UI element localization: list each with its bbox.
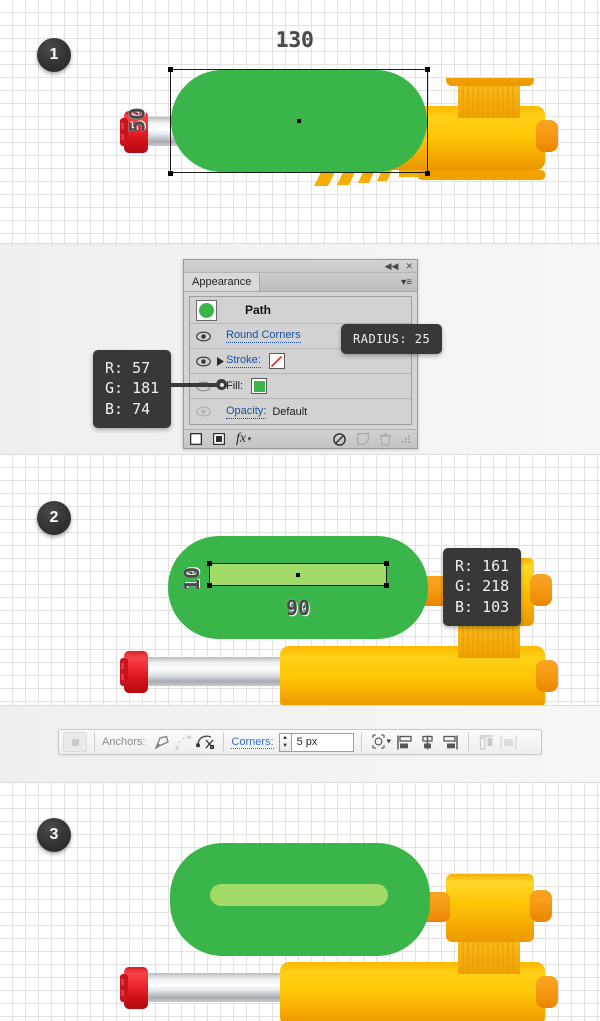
fx-label: fx	[236, 431, 247, 446]
canvas-step-3: 3	[0, 783, 600, 1021]
toolbar-separator-2	[223, 732, 225, 752]
blank-swatch-button[interactable]	[63, 732, 87, 752]
appearance-row-round-corners-label[interactable]: Round Corners	[226, 329, 301, 343]
radius-tooltip: RADIUS: 25	[341, 324, 443, 354]
selection-handle-tr-2[interactable]	[384, 561, 389, 566]
tutorial-page: 130 50 1 ◀◀ ✕ Appearance ▾≡ Path Round C…	[0, 0, 600, 1021]
convert-anchor-pen-icon[interactable]	[150, 732, 172, 752]
tab-row-spacer	[260, 273, 401, 291]
panel-title-bar: ◀◀ ✕	[184, 260, 417, 273]
delete-item-icon[interactable]	[380, 432, 391, 446]
step-badge-2: 2	[37, 501, 71, 535]
visibility-eye-icon-round-corners[interactable]	[192, 330, 214, 342]
anchors-label: Anchors:	[102, 736, 146, 748]
appearance-row-fill-label[interactable]: Fill:	[226, 380, 243, 393]
selection-handle-tl-2[interactable]	[207, 561, 212, 566]
appearance-row-opacity-label[interactable]: Opacity:	[226, 405, 267, 419]
corners-label[interactable]: Corners:	[231, 736, 274, 749]
appearance-row-opacity-value: Default	[272, 405, 308, 418]
appearance-row-stroke-label[interactable]: Stroke:	[226, 354, 261, 368]
toolbar-separator-4	[467, 732, 469, 752]
color-callout-1-r: R: 57	[105, 359, 151, 377]
color-callout-1-b: B: 74	[105, 399, 151, 418]
path-thumbnail	[196, 299, 217, 321]
align-center-horizontal-icon[interactable]	[417, 732, 439, 752]
new-stroke-icon[interactable]	[190, 433, 202, 445]
control-toolbar[interactable]: Anchors: Corners: ▲ ▼ 5 px	[58, 729, 542, 755]
clear-appearance-icon[interactable]	[333, 432, 346, 446]
selection-handle-tr[interactable]	[425, 67, 430, 72]
appearance-row-list: Path Round Corners Stroke: Fill: Opacity…	[189, 296, 412, 425]
appearance-panel-body: Path Round Corners Stroke: Fill: Opacity…	[184, 292, 417, 425]
width-dimension-label-step1: 130	[276, 28, 314, 52]
color-callout-1: R: 57 G: 181 B: 74	[93, 350, 172, 428]
color-callout-2-b: B: 103	[455, 597, 510, 616]
appearance-row-path[interactable]: Path	[190, 297, 411, 324]
toolbar-separator-3	[360, 732, 362, 752]
cut-path-icon[interactable]	[194, 732, 216, 752]
distribute-icon[interactable]	[498, 732, 520, 752]
appearance-panel-footer: fx ▾	[184, 429, 417, 448]
align-right-icon[interactable]	[439, 732, 461, 752]
shape-center-point-step2	[296, 573, 300, 577]
color-callout-1-g: G: 181	[105, 379, 160, 398]
tab-appearance[interactable]: Appearance	[184, 273, 261, 291]
selection-handle-bl-2[interactable]	[207, 583, 212, 588]
corners-spinner-up[interactable]: ▲	[280, 734, 291, 743]
appearance-panel[interactable]: ◀◀ ✕ Appearance ▾≡ Path Round Corners St…	[183, 259, 418, 449]
visibility-eye-icon-stroke[interactable]	[192, 355, 214, 367]
color-callout-2: R: 161 G: 218 B: 103	[443, 548, 522, 626]
fill-swatch[interactable]	[251, 378, 268, 394]
collapse-panel-icon[interactable]: ◀◀	[385, 261, 399, 271]
radius-tooltip-text: RADIUS: 25	[353, 332, 431, 346]
panel-options-menu-icon[interactable]: ▾≡	[401, 273, 417, 291]
selection-handle-bl[interactable]	[168, 171, 173, 176]
panel-tab-row: Appearance ▾≡	[184, 273, 417, 292]
selection-handle-br-2[interactable]	[384, 583, 389, 588]
new-fill-icon[interactable]	[213, 433, 225, 445]
toolbar-separator-1	[94, 732, 95, 752]
height-dimension-label-step2: 10	[180, 566, 205, 592]
selection-handle-br[interactable]	[425, 171, 430, 176]
height-dimension-label-step1: 50	[125, 107, 150, 133]
duplicate-item-icon[interactable]	[357, 433, 369, 445]
resize-grip-icon[interactable]	[402, 434, 411, 444]
appearance-row-opacity[interactable]: Opacity: Default	[190, 399, 411, 424]
align-left-icon[interactable]	[395, 732, 417, 752]
stroke-swatch-none[interactable]	[268, 353, 285, 369]
fx-icon[interactable]: fx ▾	[236, 431, 251, 447]
expand-triangle-icon-stroke[interactable]	[214, 356, 226, 366]
width-dimension-label-step2: 90	[286, 596, 311, 620]
anchor-points-icon[interactable]	[172, 732, 194, 752]
canvas-step-1: 130 50 1	[0, 0, 600, 243]
appearance-row-path-label: Path	[245, 303, 272, 317]
step-badge-3: 3	[37, 818, 71, 852]
visibility-eye-icon-opacity[interactable]	[192, 406, 214, 417]
corners-spinner-down[interactable]: ▼	[280, 742, 291, 751]
step-badge-1: 1	[37, 38, 71, 72]
light-green-rounded-bar-step3	[210, 884, 388, 906]
corners-value-input[interactable]: 5 px	[291, 732, 354, 752]
selection-handle-tl[interactable]	[168, 67, 173, 72]
color-callout-2-r: R: 161	[455, 557, 510, 575]
color-callout-2-g: G: 218	[455, 577, 510, 596]
shape-center-point-step1	[297, 119, 301, 123]
callout-leader-endpoint-1	[216, 379, 227, 390]
show-handles-icon[interactable]	[369, 732, 395, 752]
corners-spinner[interactable]: ▲ ▼	[278, 732, 292, 752]
close-panel-icon[interactable]: ✕	[405, 261, 413, 271]
align-top-icon[interactable]	[476, 732, 498, 752]
